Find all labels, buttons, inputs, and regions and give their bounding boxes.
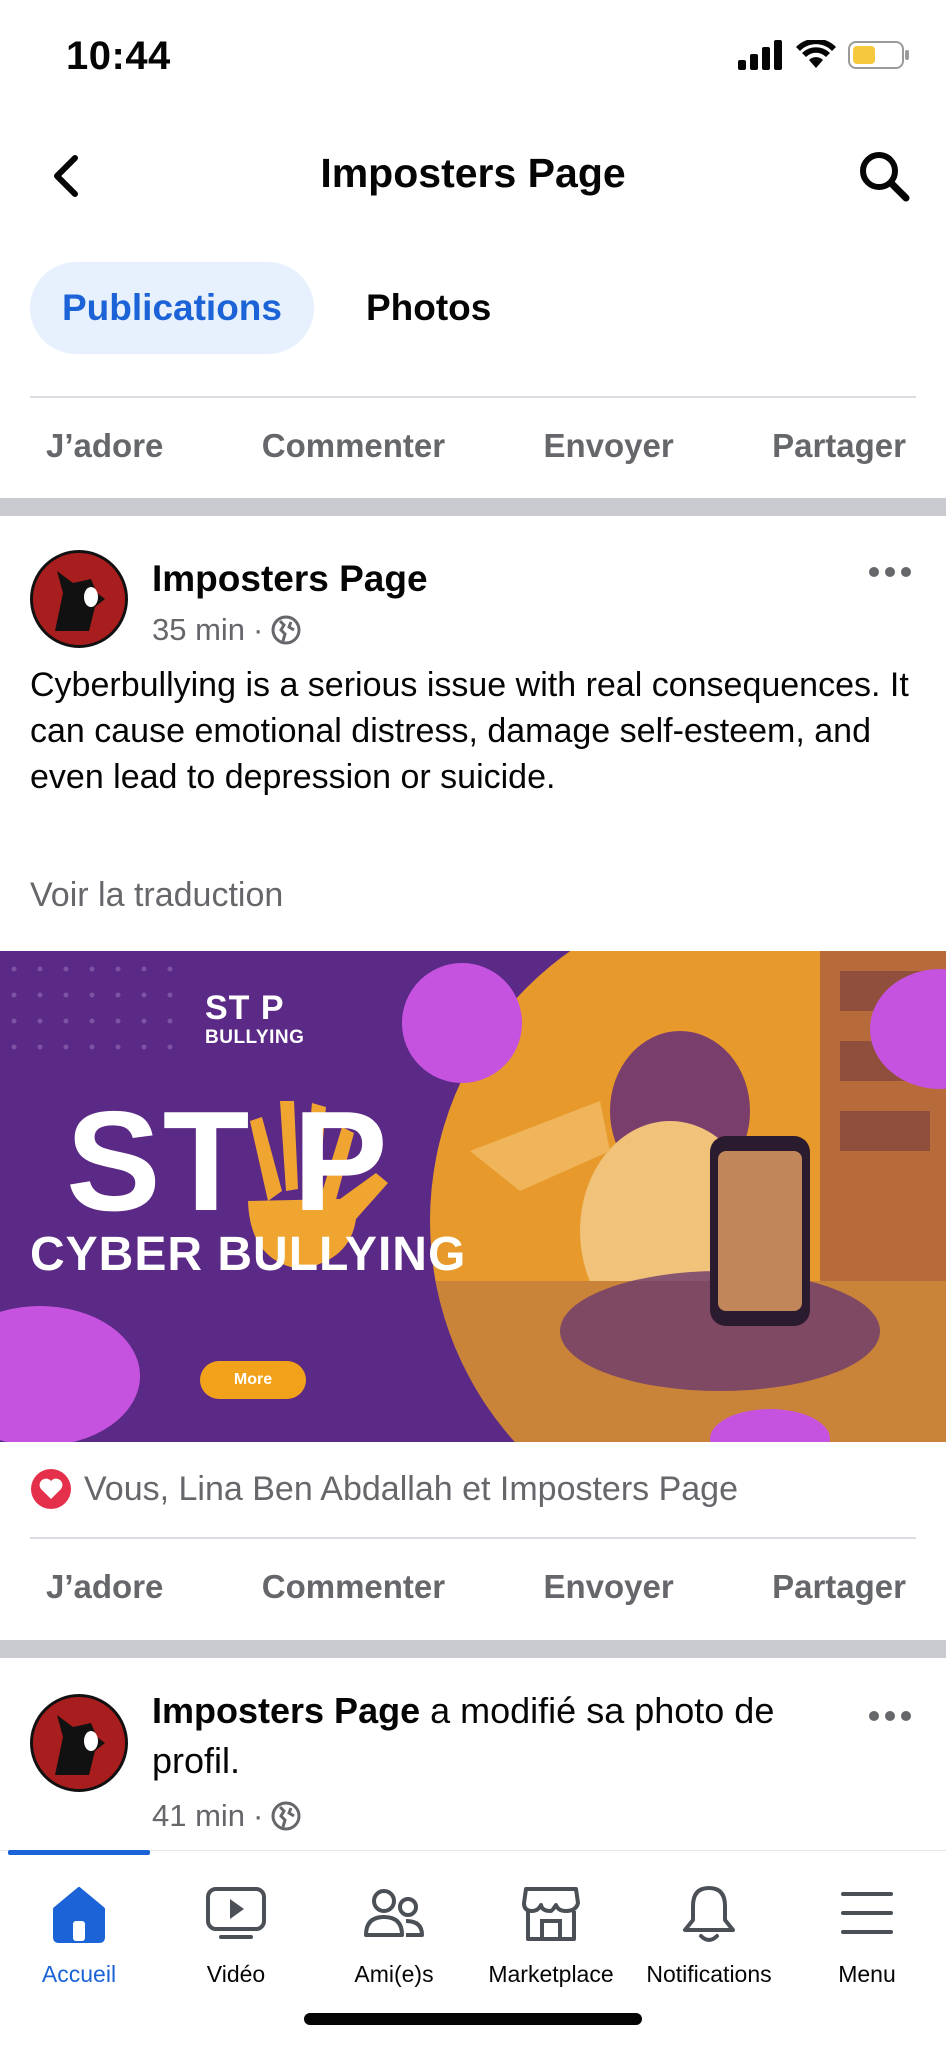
nav-marketplace[interactable]: Marketplace [472, 1881, 630, 1988]
video-icon [206, 1887, 266, 1939]
more-horizontal-icon [869, 1711, 911, 1721]
friends-icon [364, 1889, 424, 1937]
wolf-logo-icon [33, 553, 125, 645]
cellular-signal-icon [738, 40, 782, 70]
post-author[interactable]: Imposters Page [152, 1690, 420, 1731]
avatar[interactable] [30, 1694, 128, 1792]
menu-icon [841, 1892, 893, 1934]
meta-dot: · [253, 612, 264, 647]
feed-separator [0, 1640, 946, 1658]
see-translation-link[interactable]: Voir la traduction [30, 876, 283, 915]
reactions-text: Vous, Lina Ben Abdallah et Imposters Pag… [84, 1469, 739, 1508]
header: Imposters Page [0, 120, 946, 230]
post-text: Cyberbullying is a serious issue with re… [30, 666, 909, 796]
bell-icon [683, 1886, 735, 1942]
wolf-logo-icon [33, 1697, 125, 1789]
nav-friends-label: Ami(e)s [354, 1961, 434, 1987]
tab-photos[interactable]: Photos [334, 262, 523, 354]
status-time: 10:44 [66, 34, 171, 78]
image-more-button: More [200, 1361, 306, 1399]
more-horizontal-icon [869, 567, 911, 577]
profile-tabs: Publications Photos [30, 262, 523, 354]
post-time: 35 min [152, 612, 246, 647]
battery-icon [848, 41, 909, 69]
like-button[interactable]: J’adore [46, 427, 163, 465]
post2-header: Imposters Page a modifié sa photo de pro… [152, 1686, 852, 1786]
nav-menu[interactable]: Menu [788, 1881, 946, 1988]
nav-friends[interactable]: Ami(e)s [315, 1881, 473, 1988]
image-stop-big-text: ST P [66, 1082, 390, 1241]
nav-active-indicator [8, 1850, 150, 1855]
image-bullying-small-text: BULLYING [205, 1027, 305, 1048]
globe-icon [271, 1801, 301, 1831]
heart-reaction-icon [31, 1469, 71, 1509]
search-button[interactable] [854, 146, 914, 206]
search-icon [860, 152, 910, 202]
tab-publications[interactable]: Publications [30, 262, 314, 354]
image-stop-small-text: ST P [205, 989, 285, 1027]
post-meta: 35 min · [152, 612, 301, 648]
feed-separator [0, 498, 946, 516]
nav-video-label: Vidéo [206, 1961, 266, 1987]
comment-button[interactable]: Commenter [262, 427, 445, 465]
image-cyber-bullying-text: CYBER BULLYING [30, 1228, 467, 1281]
post-more-button[interactable] [860, 552, 920, 592]
comment-button[interactable]: Commenter [262, 1568, 445, 1606]
post-meta: 41 min · [152, 1798, 301, 1834]
nav-video[interactable]: Vidéo [157, 1881, 315, 1988]
home-indicator[interactable] [304, 2013, 642, 2025]
share-button[interactable]: Partager [772, 1568, 906, 1606]
post-image[interactable]: ST P BULLYING ST P CYBER BULLYING More [0, 951, 946, 1442]
avatar[interactable] [30, 550, 128, 648]
send-button[interactable]: Envoyer [543, 1568, 673, 1606]
marketplace-icon [522, 1887, 580, 1941]
send-button[interactable]: Envoyer [543, 427, 673, 465]
home-icon [53, 1887, 105, 1943]
like-button[interactable]: J’adore [46, 1568, 163, 1606]
share-button[interactable]: Partager [772, 427, 906, 465]
action-bar: J’adore Commenter Envoyer Partager [0, 396, 946, 496]
nav-notifications[interactable]: Notifications [630, 1881, 788, 1988]
status-icons [738, 40, 910, 70]
nav-home[interactable]: Accueil [0, 1881, 158, 1988]
meta-dot: · [253, 1798, 264, 1833]
post-more-button[interactable] [860, 1696, 920, 1736]
status-bar: 10:44 [0, 0, 946, 110]
globe-icon [271, 615, 301, 645]
post-time: 41 min [152, 1798, 246, 1833]
nav-menu-label: Menu [838, 1961, 896, 1987]
nav-notifications-label: Notifications [646, 1961, 772, 1987]
reactions-summary[interactable]: Vous, Lina Ben Abdallah et Imposters Pag… [30, 1468, 738, 1510]
nav-marketplace-label: Marketplace [488, 1961, 614, 1987]
image-stop-logo: ST P BULLYING [205, 991, 305, 1053]
wifi-icon [796, 40, 836, 68]
post-action-bar: J’adore Commenter Envoyer Partager [0, 1537, 946, 1637]
post-author[interactable]: Imposters Page [152, 558, 428, 600]
page-title: Imposters Page [320, 150, 626, 196]
nav-home-label: Accueil [41, 1961, 117, 1987]
